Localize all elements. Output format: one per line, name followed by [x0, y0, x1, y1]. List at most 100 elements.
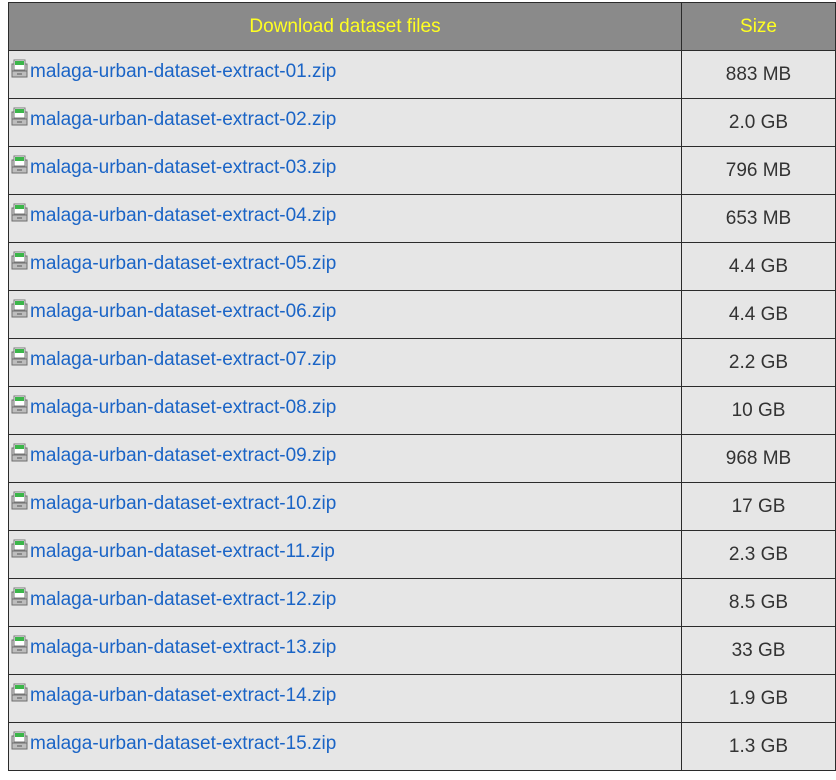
table-row: malaga-urban-dataset-extract-13.zip 33 G…: [8, 626, 836, 675]
file-size-cell: 796 MB: [681, 146, 836, 195]
file-size-cell: 2.2 GB: [681, 338, 836, 387]
file-size-text: 1.3 GB: [728, 735, 789, 757]
file-download-link[interactable]: malaga-urban-dataset-extract-11.zip: [9, 539, 335, 563]
table-header-row: Download dataset files Size: [8, 2, 836, 51]
zip-file-icon: [9, 299, 29, 319]
file-download-link[interactable]: malaga-urban-dataset-extract-09.zip: [9, 443, 337, 467]
file-name-cell: malaga-urban-dataset-extract-06.zip: [8, 290, 682, 339]
table-body: malaga-urban-dataset-extract-01.zip 883 …: [8, 50, 836, 771]
file-download-link[interactable]: malaga-urban-dataset-extract-15.zip: [9, 731, 337, 755]
table-row: malaga-urban-dataset-extract-07.zip 2.2 …: [8, 338, 836, 387]
file-size-cell: 4.4 GB: [681, 242, 836, 291]
table-row: malaga-urban-dataset-extract-10.zip 17 G…: [8, 482, 836, 531]
file-download-link[interactable]: malaga-urban-dataset-extract-12.zip: [9, 587, 337, 611]
file-name-text: malaga-urban-dataset-extract-03.zip: [30, 157, 337, 178]
header-download-files: Download dataset files: [8, 2, 682, 51]
file-size-cell: 883 MB: [681, 50, 836, 99]
file-name-text: malaga-urban-dataset-extract-06.zip: [30, 301, 337, 322]
file-download-link[interactable]: malaga-urban-dataset-extract-04.zip: [9, 203, 337, 227]
file-name-text: malaga-urban-dataset-extract-12.zip: [30, 589, 337, 610]
zip-file-icon: [9, 347, 29, 367]
zip-file-icon: [9, 443, 29, 463]
file-name-text: malaga-urban-dataset-extract-11.zip: [30, 541, 335, 562]
file-size-text: 883 MB: [725, 63, 792, 85]
file-size-text: 653 MB: [725, 207, 792, 229]
table-row: malaga-urban-dataset-extract-11.zip 2.3 …: [8, 530, 836, 579]
file-name-text: malaga-urban-dataset-extract-14.zip: [30, 685, 337, 706]
zip-file-icon: [9, 251, 29, 271]
zip-file-icon: [9, 539, 29, 559]
file-size-cell: 1.9 GB: [681, 674, 836, 723]
zip-file-icon: [9, 587, 29, 607]
table-row: malaga-urban-dataset-extract-06.zip 4.4 …: [8, 290, 836, 339]
download-files-table: Download dataset files Size malaga-urban…: [8, 2, 836, 771]
zip-file-icon: [9, 155, 29, 175]
file-size-text: 1.9 GB: [728, 687, 789, 709]
file-size-text: 8.5 GB: [728, 591, 789, 613]
file-name-cell: malaga-urban-dataset-extract-08.zip: [8, 386, 682, 435]
file-size-text: 796 MB: [725, 159, 792, 181]
file-name-cell: malaga-urban-dataset-extract-05.zip: [8, 242, 682, 291]
file-size-cell: 2.0 GB: [681, 98, 836, 147]
file-size-text: 2.3 GB: [728, 543, 789, 565]
file-size-text: 968 MB: [725, 447, 792, 469]
file-name-text: malaga-urban-dataset-extract-05.zip: [30, 253, 337, 274]
file-name-text: malaga-urban-dataset-extract-10.zip: [30, 493, 337, 514]
zip-file-icon: [9, 683, 29, 703]
file-download-link[interactable]: malaga-urban-dataset-extract-06.zip: [9, 299, 337, 323]
table-row: malaga-urban-dataset-extract-09.zip 968 …: [8, 434, 836, 483]
file-size-cell: 653 MB: [681, 194, 836, 243]
file-size-text: 10 GB: [731, 399, 786, 421]
table-row: malaga-urban-dataset-extract-14.zip 1.9 …: [8, 674, 836, 723]
file-name-cell: malaga-urban-dataset-extract-02.zip: [8, 98, 682, 147]
file-size-text: 4.4 GB: [728, 255, 789, 277]
file-name-text: malaga-urban-dataset-extract-07.zip: [30, 349, 337, 370]
zip-file-icon: [9, 107, 29, 127]
file-name-cell: malaga-urban-dataset-extract-01.zip: [8, 50, 682, 99]
file-size-cell: 4.4 GB: [681, 290, 836, 339]
file-size-text: 2.0 GB: [728, 111, 789, 133]
file-name-text: malaga-urban-dataset-extract-01.zip: [30, 61, 337, 82]
header-size: Size: [681, 2, 836, 51]
table-row: malaga-urban-dataset-extract-03.zip 796 …: [8, 146, 836, 195]
zip-file-icon: [9, 635, 29, 655]
zip-file-icon: [9, 731, 29, 751]
table-row: malaga-urban-dataset-extract-02.zip 2.0 …: [8, 98, 836, 147]
file-name-cell: malaga-urban-dataset-extract-07.zip: [8, 338, 682, 387]
zip-file-icon: [9, 395, 29, 415]
file-size-text: 33 GB: [731, 639, 786, 661]
file-size-cell: 17 GB: [681, 482, 836, 531]
file-size-text: 4.4 GB: [728, 303, 789, 325]
file-download-link[interactable]: malaga-urban-dataset-extract-01.zip: [9, 59, 337, 83]
file-name-cell: malaga-urban-dataset-extract-14.zip: [8, 674, 682, 723]
file-download-link[interactable]: malaga-urban-dataset-extract-10.zip: [9, 491, 337, 515]
file-name-cell: malaga-urban-dataset-extract-12.zip: [8, 578, 682, 627]
file-size-cell: 2.3 GB: [681, 530, 836, 579]
file-size-cell: 8.5 GB: [681, 578, 836, 627]
file-download-link[interactable]: malaga-urban-dataset-extract-13.zip: [9, 635, 337, 659]
file-name-cell: malaga-urban-dataset-extract-04.zip: [8, 194, 682, 243]
file-name-cell: malaga-urban-dataset-extract-10.zip: [8, 482, 682, 531]
file-size-text: 2.2 GB: [728, 351, 789, 373]
table-row: malaga-urban-dataset-extract-04.zip 653 …: [8, 194, 836, 243]
zip-file-icon: [9, 491, 29, 511]
table-row: malaga-urban-dataset-extract-12.zip 8.5 …: [8, 578, 836, 627]
zip-file-icon: [9, 203, 29, 223]
file-download-link[interactable]: malaga-urban-dataset-extract-07.zip: [9, 347, 337, 371]
file-download-link[interactable]: malaga-urban-dataset-extract-02.zip: [9, 107, 336, 131]
file-name-text: malaga-urban-dataset-extract-08.zip: [30, 397, 337, 418]
file-name-text: malaga-urban-dataset-extract-04.zip: [30, 205, 337, 226]
file-name-text: malaga-urban-dataset-extract-09.zip: [30, 445, 337, 466]
file-download-link[interactable]: malaga-urban-dataset-extract-08.zip: [9, 395, 337, 419]
file-download-link[interactable]: malaga-urban-dataset-extract-14.zip: [9, 683, 337, 707]
file-download-link[interactable]: malaga-urban-dataset-extract-03.zip: [9, 155, 337, 179]
zip-file-icon: [9, 59, 29, 79]
table-row: malaga-urban-dataset-extract-08.zip 10 G…: [8, 386, 836, 435]
table-row: malaga-urban-dataset-extract-05.zip 4.4 …: [8, 242, 836, 291]
file-name-text: malaga-urban-dataset-extract-15.zip: [30, 733, 337, 754]
file-name-cell: malaga-urban-dataset-extract-15.zip: [8, 722, 682, 771]
file-download-link[interactable]: malaga-urban-dataset-extract-05.zip: [9, 251, 337, 275]
file-size-cell: 968 MB: [681, 434, 836, 483]
file-name-text: malaga-urban-dataset-extract-13.zip: [30, 637, 337, 658]
table-row: malaga-urban-dataset-extract-15.zip 1.3 …: [8, 722, 836, 771]
